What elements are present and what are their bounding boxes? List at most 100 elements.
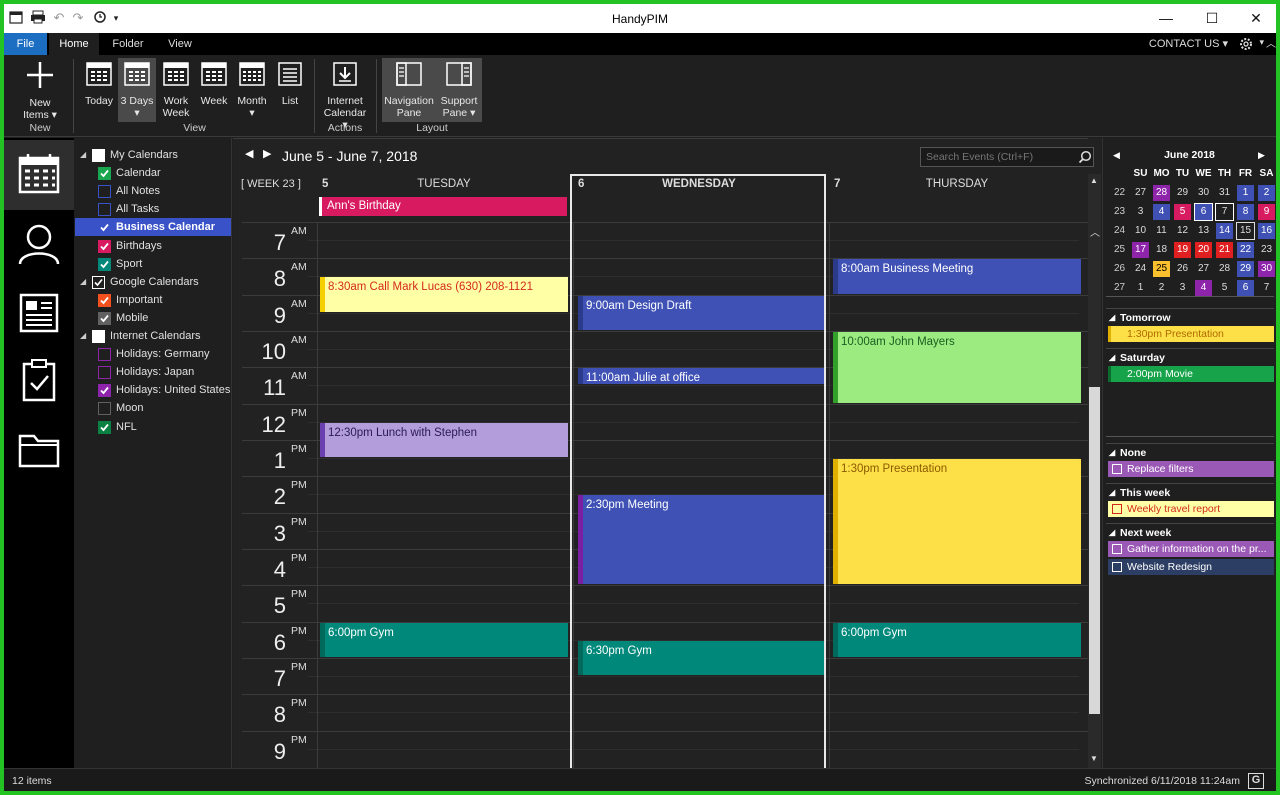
- calendar-checkbox[interactable]: [98, 185, 111, 199]
- week-number[interactable]: 23: [1111, 204, 1128, 220]
- mini-calendar-day[interactable]: 13: [1195, 223, 1212, 239]
- calendar-checkbox[interactable]: [98, 402, 111, 416]
- mini-calendar-day[interactable]: 6: [1237, 280, 1254, 296]
- three-days-button[interactable]: 3 Days ▾: [118, 58, 156, 122]
- task-item[interactable]: Gather information on the pr...: [1108, 541, 1274, 557]
- calendar-checkbox[interactable]: [98, 203, 111, 217]
- tasks-nav-icon[interactable]: [4, 346, 74, 416]
- previous-arrow-icon[interactable]: ◀: [245, 147, 253, 160]
- close-button[interactable]: ✕: [1234, 4, 1276, 33]
- calendar-item[interactable]: Holidays: United States: [75, 381, 231, 399]
- expand-triangle-icon[interactable]: ◢: [80, 146, 86, 164]
- mini-calendar-day[interactable]: 30: [1258, 261, 1275, 277]
- calendar-checkbox[interactable]: [98, 167, 111, 181]
- task-item[interactable]: Replace filters: [1108, 461, 1274, 477]
- minimize-button[interactable]: —: [1144, 4, 1188, 33]
- calendar-event[interactable]: 6:30pm Gym: [578, 640, 824, 676]
- week-number[interactable]: 24: [1111, 223, 1128, 239]
- notes-nav-icon[interactable]: [4, 278, 74, 348]
- mini-calendar-day[interactable]: 20: [1195, 242, 1212, 258]
- mini-calendar-day[interactable]: 31: [1216, 185, 1233, 201]
- mini-calendar-day[interactable]: 6: [1194, 203, 1213, 221]
- tab-folder[interactable]: Folder: [104, 33, 152, 55]
- day-header[interactable]: THURSDAY 7: [829, 174, 1085, 192]
- calendar-event[interactable]: 8:30am Call Mark Lucas (630) 208-1121: [320, 277, 568, 312]
- search-icon[interactable]: [1078, 150, 1092, 167]
- scroll-up-icon[interactable]: ▲: [1090, 176, 1098, 185]
- calendar-checkbox[interactable]: [98, 293, 111, 307]
- calendar-checkbox[interactable]: [92, 275, 105, 289]
- tab-home[interactable]: Home: [49, 33, 99, 55]
- calendar-checkbox[interactable]: [98, 420, 111, 434]
- mini-calendar-day[interactable]: 28: [1216, 261, 1233, 277]
- calendar-checkbox[interactable]: [98, 348, 111, 362]
- upcoming-saturday-header[interactable]: ◢ Saturday: [1106, 348, 1274, 364]
- mini-calendar-day[interactable]: 5: [1216, 280, 1233, 296]
- calendar-event[interactable]: 6:00pm Gym: [320, 622, 568, 657]
- week-number[interactable]: 26: [1111, 261, 1128, 277]
- calendar-event[interactable]: 12:30pm Lunch with Stephen: [320, 422, 568, 458]
- mini-calendar-day[interactable]: 8: [1237, 204, 1254, 220]
- next-arrow-icon[interactable]: ▶: [263, 147, 271, 160]
- calendar-checkbox[interactable]: [98, 221, 111, 235]
- mini-calendar-day[interactable]: 21: [1216, 242, 1233, 258]
- scroll-up-icon[interactable]: ︿: [1090, 224, 1100, 239]
- today-button[interactable]: Today: [80, 58, 118, 122]
- mini-calendar-day[interactable]: 9: [1258, 204, 1275, 220]
- mini-calendar-day[interactable]: 25: [1153, 261, 1170, 277]
- settings-dropdown-icon[interactable]: ▾: [1259, 37, 1264, 48]
- day-header[interactable]: WEDNESDAY 6: [573, 174, 825, 192]
- calendar-checkbox[interactable]: [98, 366, 111, 380]
- mini-calendar-day[interactable]: 23: [1258, 242, 1275, 258]
- task-checkbox[interactable]: [1112, 544, 1122, 554]
- list-button[interactable]: List: [271, 58, 309, 122]
- mini-calendar-day[interactable]: 29: [1237, 261, 1254, 277]
- calendar-checkbox[interactable]: [98, 384, 111, 398]
- calendar-item[interactable]: Birthdays: [75, 237, 231, 255]
- mini-calendar-day[interactable]: 3: [1174, 280, 1191, 296]
- week-number[interactable]: 27: [1111, 280, 1128, 296]
- expand-triangle-icon[interactable]: ◢: [80, 327, 86, 345]
- mini-calendar-day[interactable]: 15: [1236, 222, 1255, 240]
- mini-calendar-day[interactable]: 30: [1195, 185, 1212, 201]
- mini-calendar-day[interactable]: 17: [1132, 242, 1149, 258]
- maximize-button[interactable]: ☐: [1190, 4, 1234, 33]
- navigation-pane-button[interactable]: Navigation Pane: [382, 58, 436, 122]
- calendar-checkbox[interactable]: [92, 149, 105, 162]
- calendar-item[interactable]: Important: [75, 291, 231, 309]
- calendar-group[interactable]: ◢ My Calendars: [75, 146, 231, 164]
- calendar-group[interactable]: ◢ Internet Calendars: [75, 327, 231, 345]
- calendar-event[interactable]: 9:00am Design Draft: [578, 295, 824, 330]
- month-button[interactable]: Month ▾: [233, 58, 271, 122]
- upcoming-tomorrow-header[interactable]: ◢ Tomorrow: [1106, 308, 1274, 324]
- task-checkbox[interactable]: [1112, 464, 1122, 474]
- week-number[interactable]: 22: [1111, 185, 1128, 201]
- calendar-checkbox[interactable]: [92, 330, 105, 343]
- calendar-item[interactable]: All Tasks: [75, 200, 231, 218]
- calendar-item[interactable]: Calendar: [75, 164, 231, 182]
- internet-calendar-button[interactable]: Internet Calendar ▾: [320, 58, 370, 131]
- mini-calendar-day[interactable]: 19: [1174, 242, 1191, 258]
- vertical-scrollbar[interactable]: ▲ ︿ ▼: [1088, 174, 1101, 768]
- mini-calendar-day[interactable]: 5: [1174, 204, 1191, 220]
- support-pane-button[interactable]: Support Pane ▾: [436, 58, 482, 122]
- calendar-event[interactable]: 2:30pm Meeting: [578, 495, 824, 585]
- scroll-down-icon[interactable]: ▼: [1090, 754, 1098, 763]
- mini-calendar-day[interactable]: 2: [1153, 280, 1170, 296]
- contacts-nav-icon[interactable]: [4, 210, 74, 280]
- upcoming-item[interactable]: 2:00pm Movie: [1108, 366, 1274, 382]
- week-number[interactable]: 25: [1111, 242, 1128, 258]
- day-header[interactable]: TUESDAY 5: [317, 174, 571, 192]
- mini-calendar-next-icon[interactable]: ▶: [1258, 150, 1265, 161]
- mini-calendar-day[interactable]: 22: [1237, 242, 1254, 258]
- new-items-button[interactable]: New Items ▾: [14, 58, 66, 122]
- settings-gear-icon[interactable]: [1238, 36, 1254, 55]
- mini-calendar-day[interactable]: 7: [1258, 280, 1275, 296]
- contact-us-link[interactable]: CONTACT US ▾: [1149, 33, 1228, 55]
- mini-calendar-day[interactable]: 2: [1258, 185, 1275, 201]
- mini-calendar-day[interactable]: 4: [1195, 280, 1212, 296]
- expand-triangle-icon[interactable]: ◢: [80, 273, 86, 291]
- mini-calendar-day[interactable]: 1: [1237, 185, 1254, 201]
- mini-calendar-day[interactable]: 16: [1258, 223, 1275, 239]
- tasks-none-header[interactable]: ◢ None: [1106, 443, 1274, 459]
